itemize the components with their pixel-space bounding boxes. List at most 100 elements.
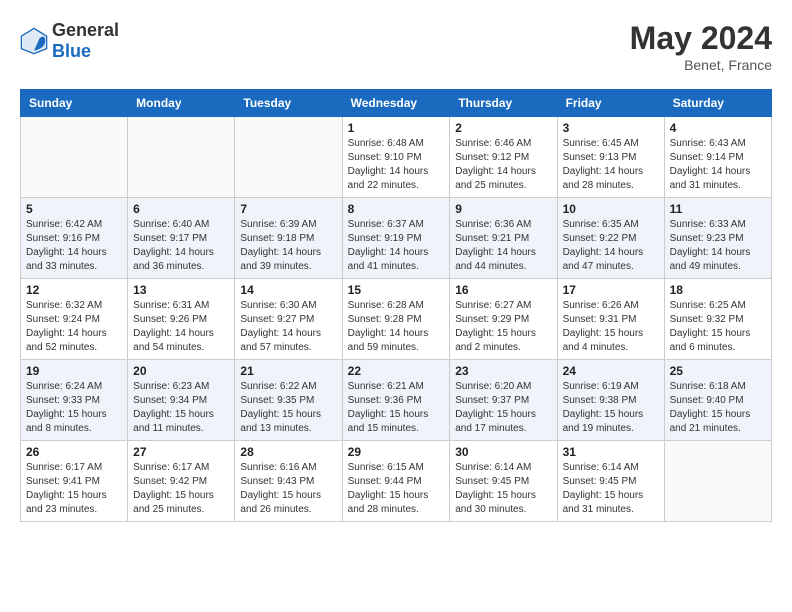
calendar-cell: 15Sunrise: 6:28 AM Sunset: 9:28 PM Dayli… — [342, 279, 450, 360]
weekday-header: Thursday — [450, 90, 557, 117]
calendar-cell: 9 Sunrise: 6:36 AM Sunset: 9:21 PM Daylig… — [450, 198, 557, 279]
logo-general: General — [52, 20, 119, 40]
day-number: 29 — [348, 445, 445, 459]
title-block: May 2024 Benet, France — [630, 20, 772, 73]
calendar-cell: 3Sunrise: 6:45 AM Sunset: 9:13 PM Daylig… — [557, 117, 664, 198]
day-number: 28 — [240, 445, 336, 459]
day-info: Sunrise: 6:17 AM Sunset: 9:41 PM Dayligh… — [26, 461, 122, 517]
day-info: Sunrise: 6:20 AM Sunset: 9:37 PM Dayligh… — [455, 380, 551, 436]
logo-blue: Blue — [52, 41, 91, 61]
day-info: Sunrise: 6:23 AM Sunset: 9:34 PM Dayligh… — [133, 380, 229, 436]
day-info: Sunrise: 6:48 AM Sunset: 9:10 PM Dayligh… — [348, 137, 445, 193]
calendar-cell: 20 Sunrise: 6:23 AM Sunset: 9:34 PM Dayli… — [128, 360, 235, 441]
calendar-cell: 31 Sunrise: 6:14 AM Sunset: 9:45 PM Dayli… — [557, 441, 664, 522]
day-number: 26 — [26, 445, 122, 459]
day-info: Sunrise: 6:17 AM Sunset: 9:42 PM Dayligh… — [133, 461, 229, 517]
day-info: Sunrise: 6:24 AM Sunset: 9:33 PM Dayligh… — [26, 380, 122, 436]
day-info: Sunrise: 6:19 AM Sunset: 9:38 PM Dayligh… — [563, 380, 659, 436]
weekday-header: Wednesday — [342, 90, 450, 117]
day-info: Sunrise: 6:18 AM Sunset: 9:40 PM Dayligh… — [670, 380, 766, 436]
calendar-week-row: 26 Sunrise: 6:17 AM Sunset: 9:41 PM Dayli… — [21, 441, 772, 522]
weekday-header: Tuesday — [235, 90, 342, 117]
day-info: Sunrise: 6:35 AM Sunset: 9:22 PM Dayligh… — [563, 218, 659, 274]
calendar-cell: 1 Sunrise: 6:48 AM Sunset: 9:10 PM Daylig… — [342, 117, 450, 198]
calendar-cell: 29 Sunrise: 6:15 AM Sunset: 9:44 PM Dayli… — [342, 441, 450, 522]
calendar-cell: 23 Sunrise: 6:20 AM Sunset: 9:37 PM Dayli… — [450, 360, 557, 441]
calendar-cell: 8 Sunrise: 6:37 AM Sunset: 9:19 PM Daylig… — [342, 198, 450, 279]
weekday-header: Saturday — [664, 90, 771, 117]
calendar-cell — [235, 117, 342, 198]
logo-text: General Blue — [52, 20, 119, 62]
calendar-cell — [664, 441, 771, 522]
day-number: 31 — [563, 445, 659, 459]
day-info: Sunrise: 6:21 AM Sunset: 9:36 PM Dayligh… — [348, 380, 445, 436]
weekday-header: Friday — [557, 90, 664, 117]
day-info: Sunrise: 6:28 AM Sunset: 9:28 PM Dayligh… — [348, 299, 445, 355]
day-info: Sunrise: 6:26 AM Sunset: 9:31 PM Dayligh… — [563, 299, 659, 355]
day-info: Sunrise: 6:16 AM Sunset: 9:43 PM Dayligh… — [240, 461, 336, 517]
calendar-cell: 16Sunrise: 6:27 AM Sunset: 9:29 PM Dayli… — [450, 279, 557, 360]
day-number: 11 — [670, 202, 766, 216]
day-number: 5 — [26, 202, 122, 216]
calendar-cell: 5Sunrise: 6:42 AM Sunset: 9:16 PM Daylig… — [21, 198, 128, 279]
day-info: Sunrise: 6:25 AM Sunset: 9:32 PM Dayligh… — [670, 299, 766, 355]
calendar-cell — [21, 117, 128, 198]
location: Benet, France — [630, 57, 772, 73]
weekday-header: Sunday — [21, 90, 128, 117]
day-number: 30 — [455, 445, 551, 459]
day-info: Sunrise: 6:30 AM Sunset: 9:27 PM Dayligh… — [240, 299, 336, 355]
day-info: Sunrise: 6:39 AM Sunset: 9:18 PM Dayligh… — [240, 218, 336, 274]
day-number: 8 — [348, 202, 445, 216]
day-info: Sunrise: 6:33 AM Sunset: 9:23 PM Dayligh… — [670, 218, 766, 274]
day-number: 23 — [455, 364, 551, 378]
day-number: 10 — [563, 202, 659, 216]
day-info: Sunrise: 6:15 AM Sunset: 9:44 PM Dayligh… — [348, 461, 445, 517]
calendar-cell: 10 Sunrise: 6:35 AM Sunset: 9:22 PM Dayli… — [557, 198, 664, 279]
day-number: 9 — [455, 202, 551, 216]
calendar-cell: 28 Sunrise: 6:16 AM Sunset: 9:43 PM Dayli… — [235, 441, 342, 522]
calendar-cell — [128, 117, 235, 198]
calendar-cell: 25Sunrise: 6:18 AM Sunset: 9:40 PM Dayli… — [664, 360, 771, 441]
day-number: 6 — [133, 202, 229, 216]
calendar-cell: 2 Sunrise: 6:46 AM Sunset: 9:12 PM Daylig… — [450, 117, 557, 198]
calendar-cell: 30Sunrise: 6:14 AM Sunset: 9:45 PM Dayli… — [450, 441, 557, 522]
day-number: 22 — [348, 364, 445, 378]
calendar-cell: 26 Sunrise: 6:17 AM Sunset: 9:41 PM Dayli… — [21, 441, 128, 522]
day-info: Sunrise: 6:36 AM Sunset: 9:21 PM Dayligh… — [455, 218, 551, 274]
day-info: Sunrise: 6:43 AM Sunset: 9:14 PM Dayligh… — [670, 137, 766, 193]
calendar-week-row: 12Sunrise: 6:32 AM Sunset: 9:24 PM Dayli… — [21, 279, 772, 360]
calendar-cell: 22 Sunrise: 6:21 AM Sunset: 9:36 PM Dayli… — [342, 360, 450, 441]
day-info: Sunrise: 6:37 AM Sunset: 9:19 PM Dayligh… — [348, 218, 445, 274]
day-info: Sunrise: 6:31 AM Sunset: 9:26 PM Dayligh… — [133, 299, 229, 355]
calendar-week-row: 5Sunrise: 6:42 AM Sunset: 9:16 PM Daylig… — [21, 198, 772, 279]
calendar-week-row: 1 Sunrise: 6:48 AM Sunset: 9:10 PM Daylig… — [21, 117, 772, 198]
day-number: 20 — [133, 364, 229, 378]
day-number: 4 — [670, 121, 766, 135]
calendar: SundayMondayTuesdayWednesdayThursdayFrid… — [20, 89, 772, 522]
day-number: 7 — [240, 202, 336, 216]
weekday-header-row: SundayMondayTuesdayWednesdayThursdayFrid… — [21, 90, 772, 117]
day-info: Sunrise: 6:46 AM Sunset: 9:12 PM Dayligh… — [455, 137, 551, 193]
calendar-cell: 24Sunrise: 6:19 AM Sunset: 9:38 PM Dayli… — [557, 360, 664, 441]
day-number: 17 — [563, 283, 659, 297]
day-number: 3 — [563, 121, 659, 135]
calendar-cell: 21Sunrise: 6:22 AM Sunset: 9:35 PM Dayli… — [235, 360, 342, 441]
day-number: 2 — [455, 121, 551, 135]
day-number: 27 — [133, 445, 229, 459]
weekday-header: Monday — [128, 90, 235, 117]
calendar-cell: 13 Sunrise: 6:31 AM Sunset: 9:26 PM Dayli… — [128, 279, 235, 360]
calendar-cell: 11 Sunrise: 6:33 AM Sunset: 9:23 PM Dayli… — [664, 198, 771, 279]
day-info: Sunrise: 6:14 AM Sunset: 9:45 PM Dayligh… — [563, 461, 659, 517]
day-number: 21 — [240, 364, 336, 378]
calendar-cell: 27 Sunrise: 6:17 AM Sunset: 9:42 PM Dayli… — [128, 441, 235, 522]
day-number: 1 — [348, 121, 445, 135]
calendar-cell: 17 Sunrise: 6:26 AM Sunset: 9:31 PM Dayli… — [557, 279, 664, 360]
calendar-week-row: 19Sunrise: 6:24 AM Sunset: 9:33 PM Dayli… — [21, 360, 772, 441]
day-number: 12 — [26, 283, 122, 297]
day-number: 13 — [133, 283, 229, 297]
day-number: 18 — [670, 283, 766, 297]
logo-icon — [20, 27, 48, 55]
calendar-cell: 6Sunrise: 6:40 AM Sunset: 9:17 PM Daylig… — [128, 198, 235, 279]
month-year: May 2024 — [630, 20, 772, 57]
calendar-cell: 12Sunrise: 6:32 AM Sunset: 9:24 PM Dayli… — [21, 279, 128, 360]
